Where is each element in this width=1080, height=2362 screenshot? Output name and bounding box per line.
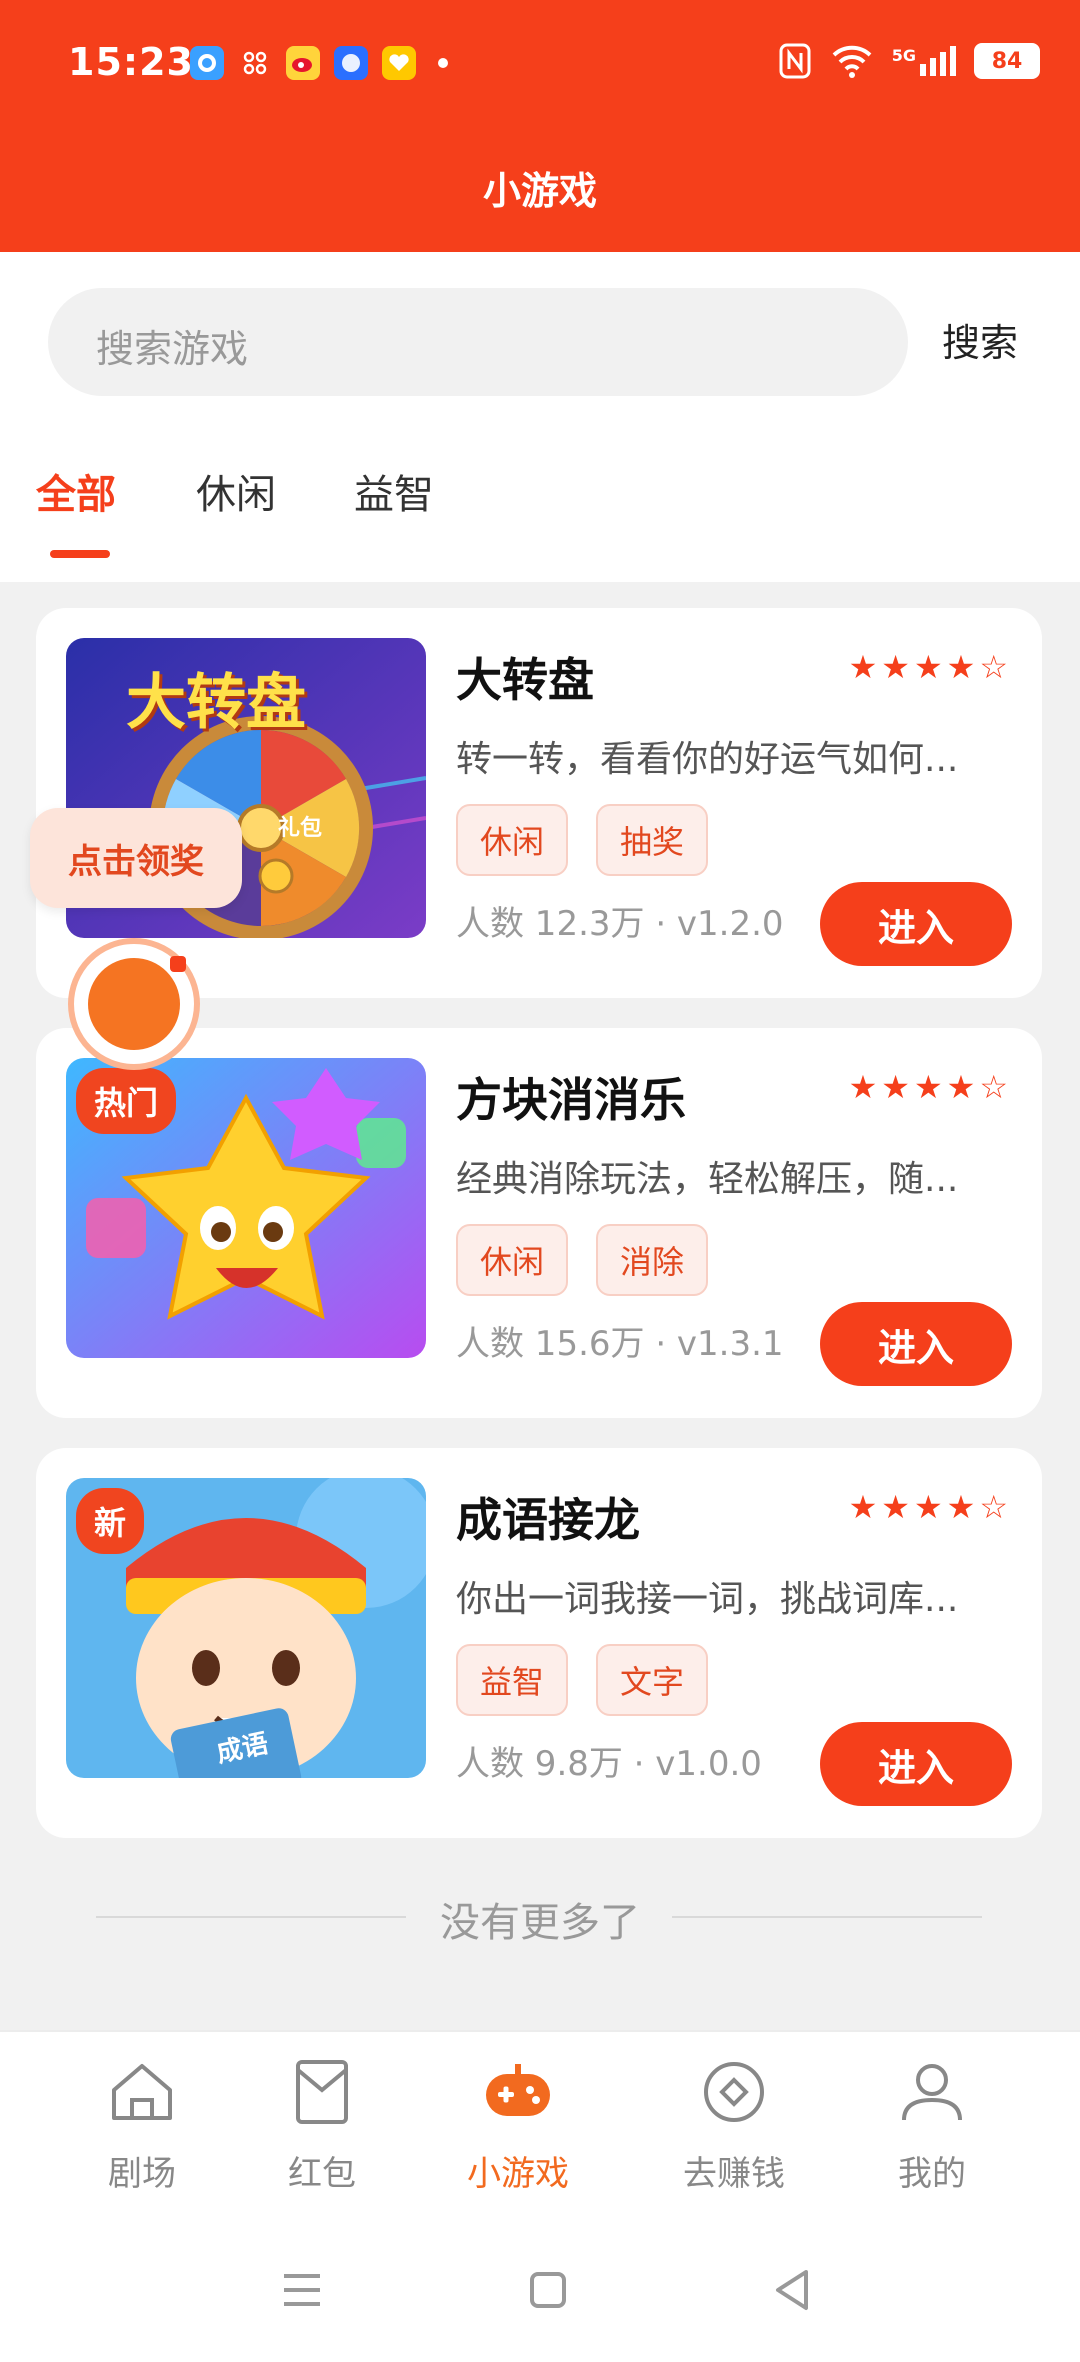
more-notifications-dot [438,58,448,68]
game-meta: 人数 12.3万 · v1.2.0 [456,904,784,944]
bottom-nav: 剧场 红包 小游戏 去赚钱 我的 [0,2030,1080,2220]
rating-stars: ★★★★☆ [848,1488,1012,1526]
notification-icons [190,46,448,80]
pinwheel-app-icon [334,46,368,80]
claim-reward-button[interactable]: 点击领奖 [30,808,242,908]
network-type: 5G [891,46,916,65]
rating-stars: ★★★★☆ [848,648,1012,686]
nav-label: 我的 [898,2154,966,2194]
game-tag: 消除 [596,1224,709,1296]
enter-button[interactable]: 进入 [820,1722,1012,1806]
profile-icon [902,2064,962,2121]
menu-icon[interactable] [272,2260,332,2320]
search-placeholder: 搜索游戏 [96,327,249,371]
battery-icon: 84 [974,43,1040,79]
reward-ball-icon [88,958,180,1050]
red-envelope-icon [296,2060,348,2124]
game-card[interactable]: 大转盘 礼包 大转盘 ★★★★☆ 转一转，看看你的好运气如何... 休闲 抽奖 … [36,608,1042,998]
system-status-icons: 5G 84 [778,42,1040,80]
search-button[interactable]: 搜索 [942,312,1018,367]
rating-stars: ★★★★☆ [848,1068,1012,1106]
qq-browser-icon [190,46,224,80]
game-name: 大转盘 [456,653,594,707]
list-end-text: 没有更多了 [440,1900,640,1946]
floating-reward-ball[interactable] [68,938,200,1070]
status-time: 15:23 [68,40,194,84]
nav-item-profile[interactable]: 我的 [852,2056,1012,2195]
coin-icon [704,2062,764,2122]
battery-level: 84 [991,48,1023,74]
grid-app-icon [238,46,272,80]
game-tag: 益智 [456,1644,569,1716]
game-card[interactable]: 热门 方块消消乐 ★★★★☆ 经典消除玩法，轻松解压，随... 休闲 消除 人数… [36,1028,1042,1418]
nav-label: 去赚钱 [683,2154,785,2194]
thumb-title-text: 大转盘 [126,668,306,738]
hot-badge: 热门 [76,1068,177,1134]
game-meta: 人数 9.8万 · v1.0.0 [456,1744,762,1784]
search-input[interactable]: 搜索游戏 [48,288,908,396]
game-tag: 休闲 [456,804,569,876]
nav-item-earn-money[interactable]: 去赚钱 [654,2056,814,2195]
game-description: 经典消除玩法，轻松解压，随... [456,1159,959,1200]
new-badge: 新 [76,1488,145,1554]
game-name: 成语接龙 [456,1493,640,1547]
enter-button[interactable]: 进入 [820,1302,1012,1386]
wheel-gift-label: 礼包 [278,816,323,841]
home-button-icon[interactable] [518,2260,578,2320]
nav-label: 剧场 [108,2154,176,2194]
nav-item-mini-games[interactable]: 小游戏 [438,2056,598,2195]
game-meta: 人数 15.6万 · v1.3.1 [456,1324,784,1364]
heart-app-icon [382,46,416,80]
nav-item-theater[interactable]: 剧场 [62,2056,222,2195]
back-icon[interactable] [762,2260,822,2320]
nav-label: 小游戏 [467,2154,569,2194]
notification-dot [170,956,186,972]
system-nav-bar [0,2220,1080,2362]
nav-label: 红包 [288,2154,356,2194]
tab-all[interactable]: 全部 [36,462,116,520]
game-description: 你出一词我接一词，挑战词库... [456,1579,959,1620]
app-header: 15:23 5G 84 小游戏 [0,0,1080,252]
weibo-icon [286,46,320,80]
wifi-icon [832,45,872,78]
home-icon [112,2064,172,2120]
tab-puzzle[interactable]: 益智 [354,462,434,520]
search-section: 搜索游戏 搜索 全部 休闲 益智 [0,252,1080,582]
game-tag: 休闲 [456,1224,569,1296]
nav-item-red-envelope[interactable]: 红包 [242,2056,402,2195]
game-card[interactable]: 新 成语 成语接龙 ★★★★☆ 你出一词我接一词，挑战词库... 益智 文字 人… [36,1448,1042,1838]
game-name: 方块消消乐 [456,1073,686,1127]
tab-casual[interactable]: 休闲 [196,462,276,520]
status-bar: 15:23 5G 84 [0,0,1080,130]
game-description: 转一转，看看你的好运气如何... [456,739,959,780]
nfc-icon [779,43,811,79]
game-tag: 抽奖 [596,804,709,876]
category-tabs: 全部 休闲 益智 [0,452,1080,582]
signal-icon: 5G [892,46,956,76]
page-title: 小游戏 [482,169,597,213]
game-tag: 文字 [596,1644,709,1716]
active-tab-indicator [50,550,110,558]
game-thumbnail[interactable]: 热门 [66,1058,426,1358]
gamepad-icon [486,2064,550,2116]
game-thumbnail[interactable]: 新 成语 [66,1478,426,1778]
enter-button[interactable]: 进入 [820,882,1012,966]
